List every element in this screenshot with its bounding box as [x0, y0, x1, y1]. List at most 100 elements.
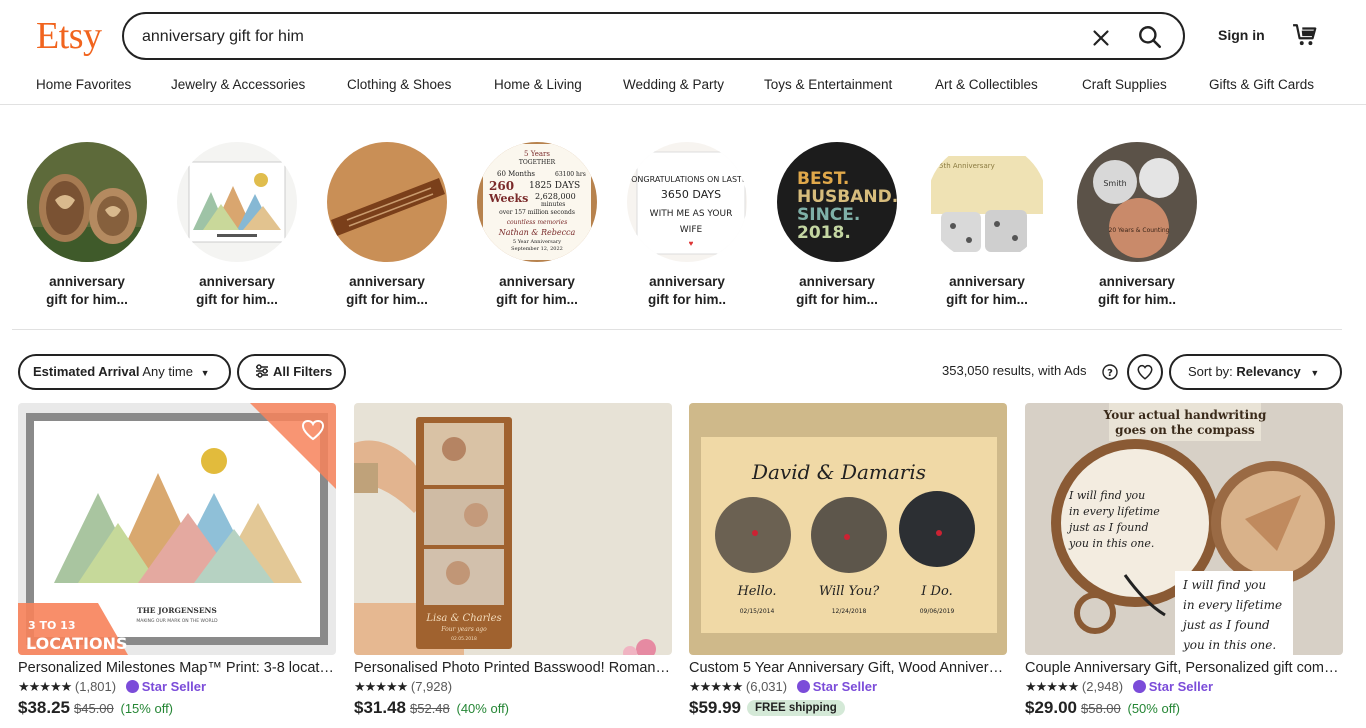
suggestion-label: anniversary gift for him... — [496, 274, 578, 307]
svg-text:Lisa & Charles: Lisa & Charles — [425, 613, 501, 624]
suggestion-item[interactable]: 5 Years TOGETHER 60 Months 63100 hrs 260… — [477, 142, 597, 309]
svg-text:63100 hrs: 63100 hrs — [555, 171, 586, 178]
svg-text:THE JORGENSENS: THE JORGENSENS — [137, 606, 217, 615]
nav-home-living[interactable]: Home & Living — [494, 77, 582, 92]
svg-text:2018.: 2018. — [797, 223, 851, 243]
listing-photo[interactable]: Lisa & Charles Four years ago 02.05.2018 — [354, 403, 672, 655]
star-seller-icon — [125, 680, 139, 693]
svg-text:HUSBAND.: HUSBAND. — [797, 187, 897, 207]
clear-search-icon[interactable] — [1088, 25, 1114, 51]
suggestion-item[interactable]: anniversary gift for him... — [327, 142, 447, 309]
nav-clothing-shoes[interactable]: Clothing & Shoes — [347, 77, 451, 92]
nav-home-favorites[interactable]: Home Favorites — [36, 77, 131, 92]
listing-title[interactable]: Custom 5 Year Anniversary Gift, Wood Ann… — [689, 659, 1007, 678]
listing-title[interactable]: Couple Anniversary Gift, Personalized gi… — [1025, 659, 1343, 678]
star-seller-icon — [1132, 680, 1146, 693]
sign-in-link[interactable]: Sign in — [1218, 27, 1265, 43]
suggestion-item[interactable]: anniversary gift for him... — [177, 142, 297, 309]
listing-price: $31.48 $52.48 (40% off) — [354, 698, 510, 717]
sort-dropdown[interactable]: Sort by: Relevancy ▼ — [1169, 354, 1342, 390]
listing-card[interactable]: David & Damaris Hello. 02/15/2014 Will Y… — [689, 403, 1007, 718]
svg-text:just as I found: just as I found — [1066, 521, 1149, 534]
suggestion-label: anniversary gift for him... — [46, 274, 128, 307]
listing-photo[interactable]: Your actual handwriting goes on the comp… — [1025, 403, 1343, 655]
star-seller-badge: Star Seller — [120, 679, 206, 694]
svg-text:Hello.: Hello. — [736, 584, 776, 599]
svg-text:over 157 million seconds: over 157 million seconds — [499, 209, 575, 216]
suggestion-item[interactable]: 5th Anniversary anniversary gift for him.… — [927, 142, 1047, 309]
listing-image-compass: Your actual handwriting goes on the comp… — [1025, 403, 1343, 655]
cart-icon[interactable] — [1292, 22, 1318, 48]
ads-info-icon[interactable]: ? — [1102, 364, 1118, 380]
svg-text:02.05.2018: 02.05.2018 — [451, 636, 477, 642]
suggestion-image-anniversary-print: 5 Years TOGETHER 60 Months 63100 hrs 260… — [477, 142, 597, 262]
svg-text:TOGETHER: TOGETHER — [519, 159, 556, 166]
estimated-arrival-filter[interactable]: Estimated Arrival Any time ▼ — [18, 354, 231, 390]
listing-card[interactable]: THE JORGENSENS MAKING OUR MARK ON THE WO… — [18, 403, 336, 718]
suggestion-label: anniversary gift for him.. — [1098, 274, 1176, 307]
search-icon[interactable] — [1137, 24, 1163, 50]
star-seller-icon — [796, 680, 810, 693]
search-bar — [122, 12, 1185, 60]
listing-card[interactable]: Your actual handwriting goes on the comp… — [1025, 403, 1343, 718]
nav-toys-entertainment[interactable]: Toys & Entertainment — [764, 77, 892, 92]
etsy-logo[interactable]: Etsy — [36, 14, 102, 58]
caret-down-icon: ▼ — [200, 368, 210, 378]
suggestion-label: anniversary gift for him.. — [648, 274, 726, 307]
suggestion-image-wood-candles — [27, 142, 147, 262]
svg-text:CONGRATULATIONS ON LASTING: CONGRATULATIONS ON LASTING — [627, 175, 747, 184]
nav-wedding-party[interactable]: Wedding & Party — [623, 77, 724, 92]
listing-title[interactable]: Personalized Milestones Map™ Print: 3-8 … — [18, 659, 336, 678]
search-input[interactable] — [142, 24, 1062, 50]
nav-jewelry-accessories[interactable]: Jewelry & Accessories — [171, 77, 305, 92]
svg-text:I Do.: I Do. — [920, 584, 952, 599]
nav-art-collectibles[interactable]: Art & Collectibles — [935, 77, 1038, 92]
svg-text:WIFE: WIFE — [680, 225, 703, 235]
nav-craft-supplies[interactable]: Craft Supplies — [1082, 77, 1167, 92]
suggestion-image-husband-shirt: BEST. HUSBAND. SINCE. 2018. — [777, 142, 898, 262]
suggestion-label: anniversary gift for him... — [946, 274, 1028, 307]
svg-text:MAKING OUR MARK ON THE WORLD: MAKING OUR MARK ON THE WORLD — [136, 618, 218, 624]
star-rating-icon: ★★★★★ — [18, 679, 72, 694]
svg-text:20 Years & Counting: 20 Years & Counting — [1109, 227, 1170, 234]
free-shipping-badge: FREE shipping — [747, 700, 845, 716]
listing-rating: ★★★★★ (7,928) — [354, 679, 453, 694]
suggestion-label: anniversary gift for him... — [196, 274, 278, 307]
listing-price: $38.25 $45.00 (15% off) — [18, 698, 174, 717]
listing-photo[interactable]: David & Damaris Hello. 02/15/2014 Will Y… — [689, 403, 1007, 655]
svg-text:260: 260 — [489, 179, 514, 193]
svg-text:Your actual handwriting: Your actual handwriting — [1103, 408, 1267, 422]
listing-card[interactable]: Lisa & Charles Four years ago 02.05.2018… — [354, 403, 672, 718]
all-filters-button[interactable]: All Filters — [237, 354, 346, 390]
svg-text:09/06/2019: 09/06/2019 — [920, 608, 955, 615]
star-seller-badge: Star Seller — [791, 679, 877, 694]
caret-down-icon: ▼ — [1310, 368, 1320, 378]
suggestion-image-keychain: Smith 20 Years & Counting — [1077, 142, 1197, 262]
svg-text:♥: ♥ — [689, 239, 694, 248]
suggestion-image-mountain-map — [177, 142, 297, 262]
svg-text:countless memories: countless memories — [507, 219, 568, 226]
svg-text:in every lifetime: in every lifetime — [1069, 505, 1160, 518]
svg-text:David & Damaris: David & Damaris — [751, 460, 926, 484]
svg-text:60 Months: 60 Months — [497, 170, 535, 178]
listing-image-wood-map: David & Damaris Hello. 02/15/2014 Will Y… — [689, 403, 1007, 655]
save-search-button[interactable] — [1127, 354, 1163, 390]
svg-text:3 TO 13: 3 TO 13 — [28, 619, 75, 632]
section-divider — [12, 329, 1342, 330]
listing-photo[interactable]: THE JORGENSENS MAKING OUR MARK ON THE WO… — [18, 403, 336, 655]
suggestion-item[interactable]: Smith 20 Years & Counting anniversary gif… — [1077, 142, 1197, 309]
star-rating-icon: ★★★★★ — [689, 679, 743, 694]
nav-gifts-gift-cards[interactable]: Gifts & Gift Cards — [1209, 77, 1314, 92]
suggestion-item[interactable]: CONGRATULATIONS ON LASTING 3650 DAYS WIT… — [626, 142, 756, 309]
suggestion-image-leather-bookmark — [327, 142, 447, 262]
svg-text:BEST.: BEST. — [797, 169, 849, 189]
suggestion-label: anniversary gift for him... — [346, 274, 428, 307]
suggestion-item[interactable]: anniversary gift for him... — [27, 142, 147, 309]
suggestion-item[interactable]: BEST. HUSBAND. SINCE. 2018. anniversary g… — [777, 142, 898, 309]
svg-text:just as I found: just as I found — [1180, 618, 1270, 632]
svg-text:Weeks: Weeks — [488, 192, 528, 205]
star-rating-icon: ★★★★★ — [1025, 679, 1079, 694]
listing-price: $29.00 $58.00 (50% off) — [1025, 698, 1181, 717]
listing-title[interactable]: Personalised Photo Printed Basswood! Rom… — [354, 659, 672, 678]
header: Etsy Sign in — [0, 0, 1366, 72]
